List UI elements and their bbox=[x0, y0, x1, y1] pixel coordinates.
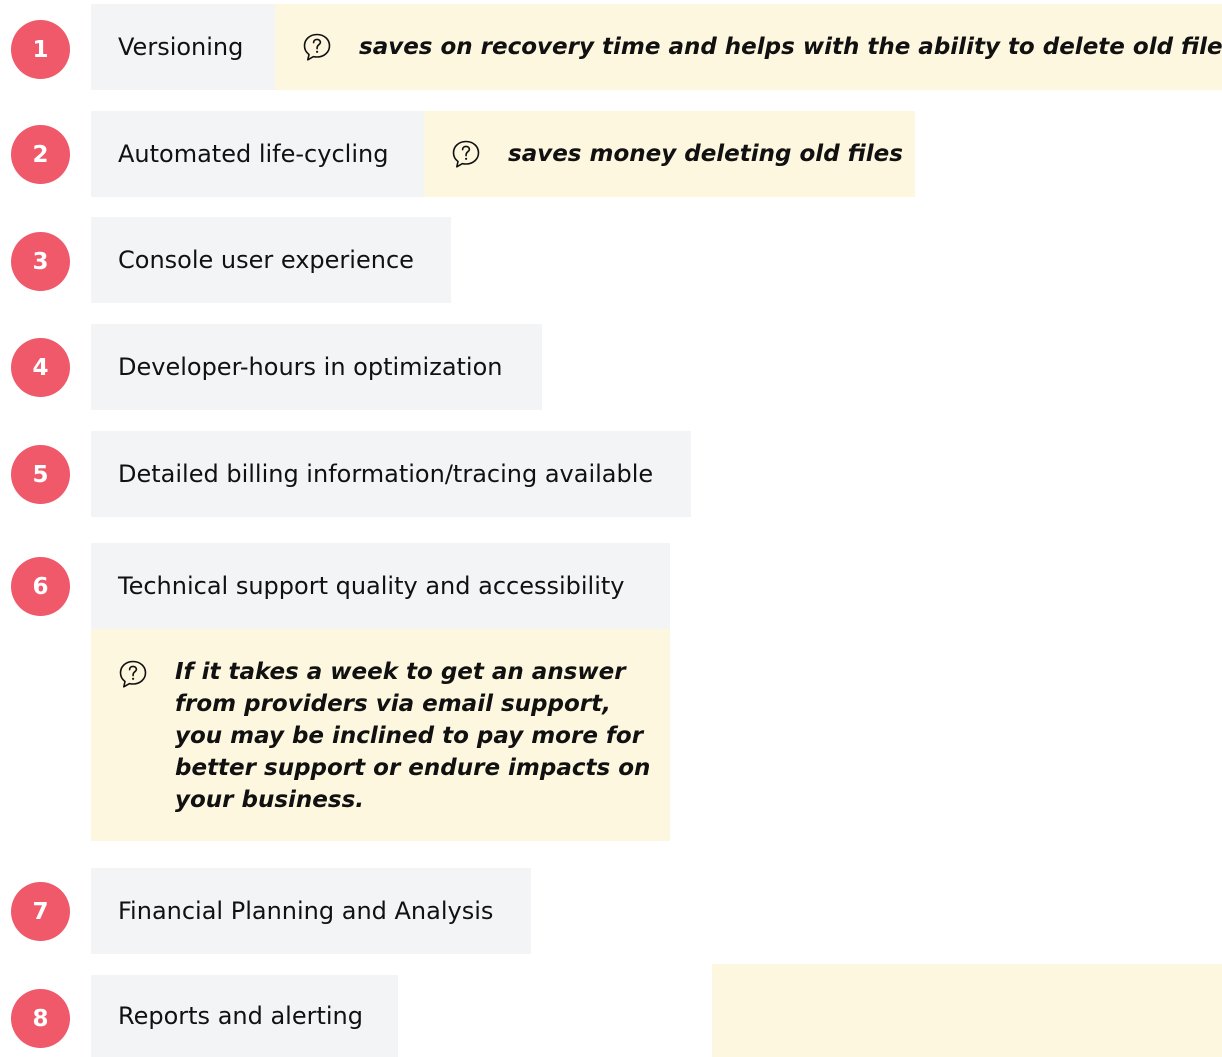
empty-note-area bbox=[712, 964, 1222, 1057]
item-number-badge-1: 1 bbox=[11, 20, 70, 79]
note-text: If it takes a week to get an answer from… bbox=[175, 659, 651, 813]
item-label-versioning: Versioning bbox=[91, 4, 279, 90]
note-text: saves on recovery time and helps with th… bbox=[359, 34, 1222, 60]
item-number-badge-4: 4 bbox=[11, 338, 70, 397]
item-label-reports-and-alerting: Reports and alerting bbox=[91, 975, 398, 1057]
item-label-technical-support: Technical support quality and accessibil… bbox=[91, 543, 670, 629]
question-bubble-icon bbox=[301, 31, 333, 63]
item-label-text: Console user experience bbox=[118, 246, 414, 274]
item-label-automated-life-cycling: Automated life-cycling bbox=[91, 111, 428, 197]
item-number-badge-3: 3 bbox=[11, 232, 70, 291]
item-label-text: Financial Planning and Analysis bbox=[118, 897, 494, 925]
note-text: saves money deleting old files bbox=[508, 141, 903, 167]
item-number-badge-5: 5 bbox=[11, 445, 70, 504]
item-label-text: Developer-hours in optimization bbox=[118, 353, 503, 381]
item-label-text: Detailed billing information/tracing ava… bbox=[118, 460, 654, 488]
question-bubble-icon bbox=[450, 138, 482, 170]
item-label-text: Technical support quality and accessibil… bbox=[118, 572, 625, 600]
item-number-badge-2: 2 bbox=[11, 125, 70, 184]
item-label-text: Versioning bbox=[118, 33, 244, 61]
item-label-developer-hours: Developer-hours in optimization bbox=[91, 324, 542, 410]
item-number-badge-8: 8 bbox=[11, 989, 70, 1048]
item-label-console-user-experience: Console user experience bbox=[91, 217, 451, 303]
note-automated-life-cycling: saves money deleting old files bbox=[424, 111, 915, 197]
note-versioning: saves on recovery time and helps with th… bbox=[275, 4, 1222, 90]
item-number-badge-7: 7 bbox=[11, 882, 70, 941]
item-label-text: Automated life-cycling bbox=[118, 140, 389, 168]
item-label-detailed-billing: Detailed billing information/tracing ava… bbox=[91, 431, 691, 517]
item-number-badge-6: 6 bbox=[11, 557, 70, 616]
item-label-financial-planning: Financial Planning and Analysis bbox=[91, 868, 531, 954]
question-bubble-icon bbox=[117, 658, 149, 690]
note-technical-support: If it takes a week to get an answer from… bbox=[91, 629, 670, 841]
item-label-text: Reports and alerting bbox=[118, 1002, 364, 1030]
